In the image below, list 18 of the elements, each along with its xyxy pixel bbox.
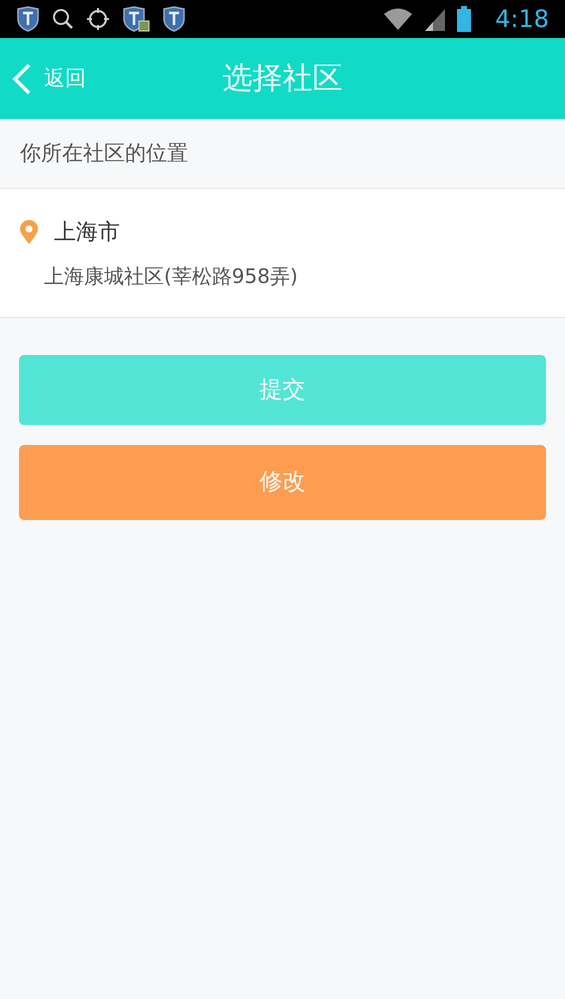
edit-button[interactable]: 修改 (19, 445, 546, 520)
location-pin-icon (20, 220, 38, 244)
shield-icon (16, 6, 40, 32)
submit-button[interactable]: 提交 (19, 355, 546, 425)
search-icon (52, 8, 74, 30)
back-chevron-icon (12, 62, 32, 94)
wifi-icon (383, 7, 414, 31)
shield-app-icon (122, 6, 150, 32)
city-name: 上海市 (54, 218, 120, 246)
battery-icon (457, 6, 472, 32)
section-label: 你所在社区的位置 (20, 140, 188, 167)
community-name: 上海康城社区(莘松路958弄) (43, 262, 299, 290)
back-button[interactable]: 返回 (0, 62, 86, 94)
crosshair-icon (86, 7, 110, 31)
status-time: 4:18 (495, 4, 549, 35)
shield-icon (162, 6, 186, 32)
signal-icon (425, 7, 446, 31)
page-title: 选择社区 (222, 60, 342, 98)
